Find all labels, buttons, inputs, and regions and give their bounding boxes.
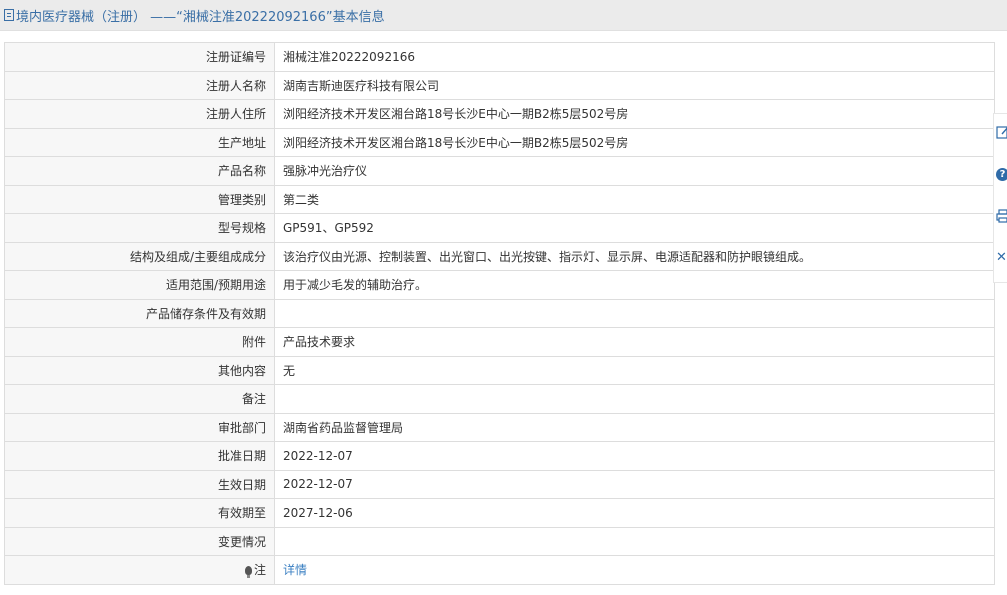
row-value: 2022-12-07 — [274, 441, 995, 471]
edit-icon[interactable] — [996, 124, 1007, 140]
row-label: 适用范围/预期用途 — [4, 270, 275, 300]
row-label: 其他内容 — [4, 355, 275, 385]
details-link[interactable]: 详情 — [283, 563, 307, 577]
row-label: 批准日期 — [4, 441, 275, 471]
table-row: 附件 产品技术要求 — [4, 327, 995, 357]
row-value: 第二类 — [274, 184, 995, 214]
row-label: 结构及组成/主要组成成分 — [4, 241, 275, 271]
note-label: 注 — [253, 563, 266, 578]
table-row: 产品储存条件及有效期 — [4, 298, 995, 328]
document-icon — [4, 9, 14, 21]
row-value: 无 — [274, 355, 995, 385]
row-label: 产品储存条件及有效期 — [4, 298, 275, 328]
table-row: 其他内容无 — [4, 355, 995, 385]
row-label: 产品名称 — [4, 156, 275, 186]
table-row: 注册人名称 湖南吉斯迪医疗科技有限公司 — [4, 70, 995, 100]
row-value: 湖南省药品监督管理局 — [274, 412, 995, 442]
row-label: 生效日期 — [4, 469, 275, 499]
table-row: 注册人住所 浏阳经济技术开发区湘台路18号长沙E中心一期B2栋5层502号房 — [4, 99, 995, 129]
note-row: 注 详情 — [4, 555, 995, 585]
side-toolbar: ? ✕ — [993, 113, 1007, 283]
table-row: 结构及组成/主要组成成分 该治疗仪由光源、控制装置、出光窗口、出光按键、指示灯、显… — [4, 241, 995, 271]
row-label: 生产地址 — [4, 127, 275, 157]
row-value: 湖南吉斯迪医疗科技有限公司 — [274, 70, 995, 100]
row-label: 注册人名称 — [4, 70, 275, 100]
row-value — [274, 384, 995, 414]
page-header: 境内医疗器械（注册） ——“湘械注准20222092166”基本信息 — [0, 0, 1007, 31]
row-label: 有效期至 — [4, 498, 275, 528]
lightbulb-icon — [244, 566, 252, 579]
row-value — [274, 298, 995, 328]
table-row: 型号规格 GP591、GP592 — [4, 213, 995, 243]
note-label-cell: 注 — [4, 555, 275, 585]
close-glyph: ✕ — [996, 250, 1007, 265]
row-label: 审批部门 — [4, 412, 275, 442]
row-value: 强脉冲光治疗仪 — [274, 156, 995, 186]
table-row: 适用范围/预期用途 用于减少毛发的辅助治疗。 — [4, 270, 995, 300]
close-icon[interactable]: ✕ — [996, 250, 1007, 266]
row-value: 产品技术要求 — [274, 327, 995, 357]
row-value: 浏阳经济技术开发区湘台路18号长沙E中心一期B2栋5层502号房 — [274, 127, 995, 157]
row-value: 2022-12-07 — [274, 469, 995, 499]
table-row: 批准日期 2022-12-07 — [4, 441, 995, 471]
table-row: 变更情况 — [4, 526, 995, 556]
table-row: 审批部门 湖南省药品监督管理局 — [4, 412, 995, 442]
row-label: 注册人住所 — [4, 99, 275, 129]
help-glyph: ? — [996, 168, 1007, 181]
row-label: 管理类别 — [4, 184, 275, 214]
table-row: 管理类别 第二类 — [4, 184, 995, 214]
print-icon[interactable] — [996, 208, 1007, 224]
row-value: GP591、GP592 — [274, 213, 995, 243]
row-value: 该治疗仪由光源、控制装置、出光窗口、出光按键、指示灯、显示屏、电源适配器和防护眼… — [274, 241, 995, 271]
table-row: 产品名称 强脉冲光治疗仪 — [4, 156, 995, 186]
row-label: 注册证编号 — [4, 42, 275, 72]
row-label: 备注 — [4, 384, 275, 414]
table-row: 备注 — [4, 384, 995, 414]
table-row: 注册证编号 湘械注准20222092166 — [4, 42, 995, 72]
row-value: 浏阳经济技术开发区湘台路18号长沙E中心一期B2栋5层502号房 — [274, 99, 995, 129]
page-title: 境内医疗器械（注册） ——“湘械注准20222092166”基本信息 — [16, 9, 385, 25]
table-row: 生效日期 2022-12-07 — [4, 469, 995, 499]
row-value: 湘械注准20222092166 — [274, 42, 995, 72]
row-value: 用于减少毛发的辅助治疗。 — [274, 270, 995, 300]
row-value: 2027-12-06 — [274, 498, 995, 528]
row-value — [274, 526, 995, 556]
help-icon[interactable]: ? — [996, 166, 1007, 182]
row-label: 附件 — [4, 327, 275, 357]
row-label: 型号规格 — [4, 213, 275, 243]
table-row: 有效期至 2027-12-06 — [4, 498, 995, 528]
note-value-cell: 详情 — [274, 555, 995, 585]
info-table: 注册证编号 湘械注准20222092166 注册人名称 湖南吉斯迪医疗科技有限公司 注册… — [4, 42, 995, 585]
row-label: 变更情况 — [4, 526, 275, 556]
table-row: 生产地址 浏阳经济技术开发区湘台路18号长沙E中心一期B2栋5层502号房 — [4, 127, 995, 157]
